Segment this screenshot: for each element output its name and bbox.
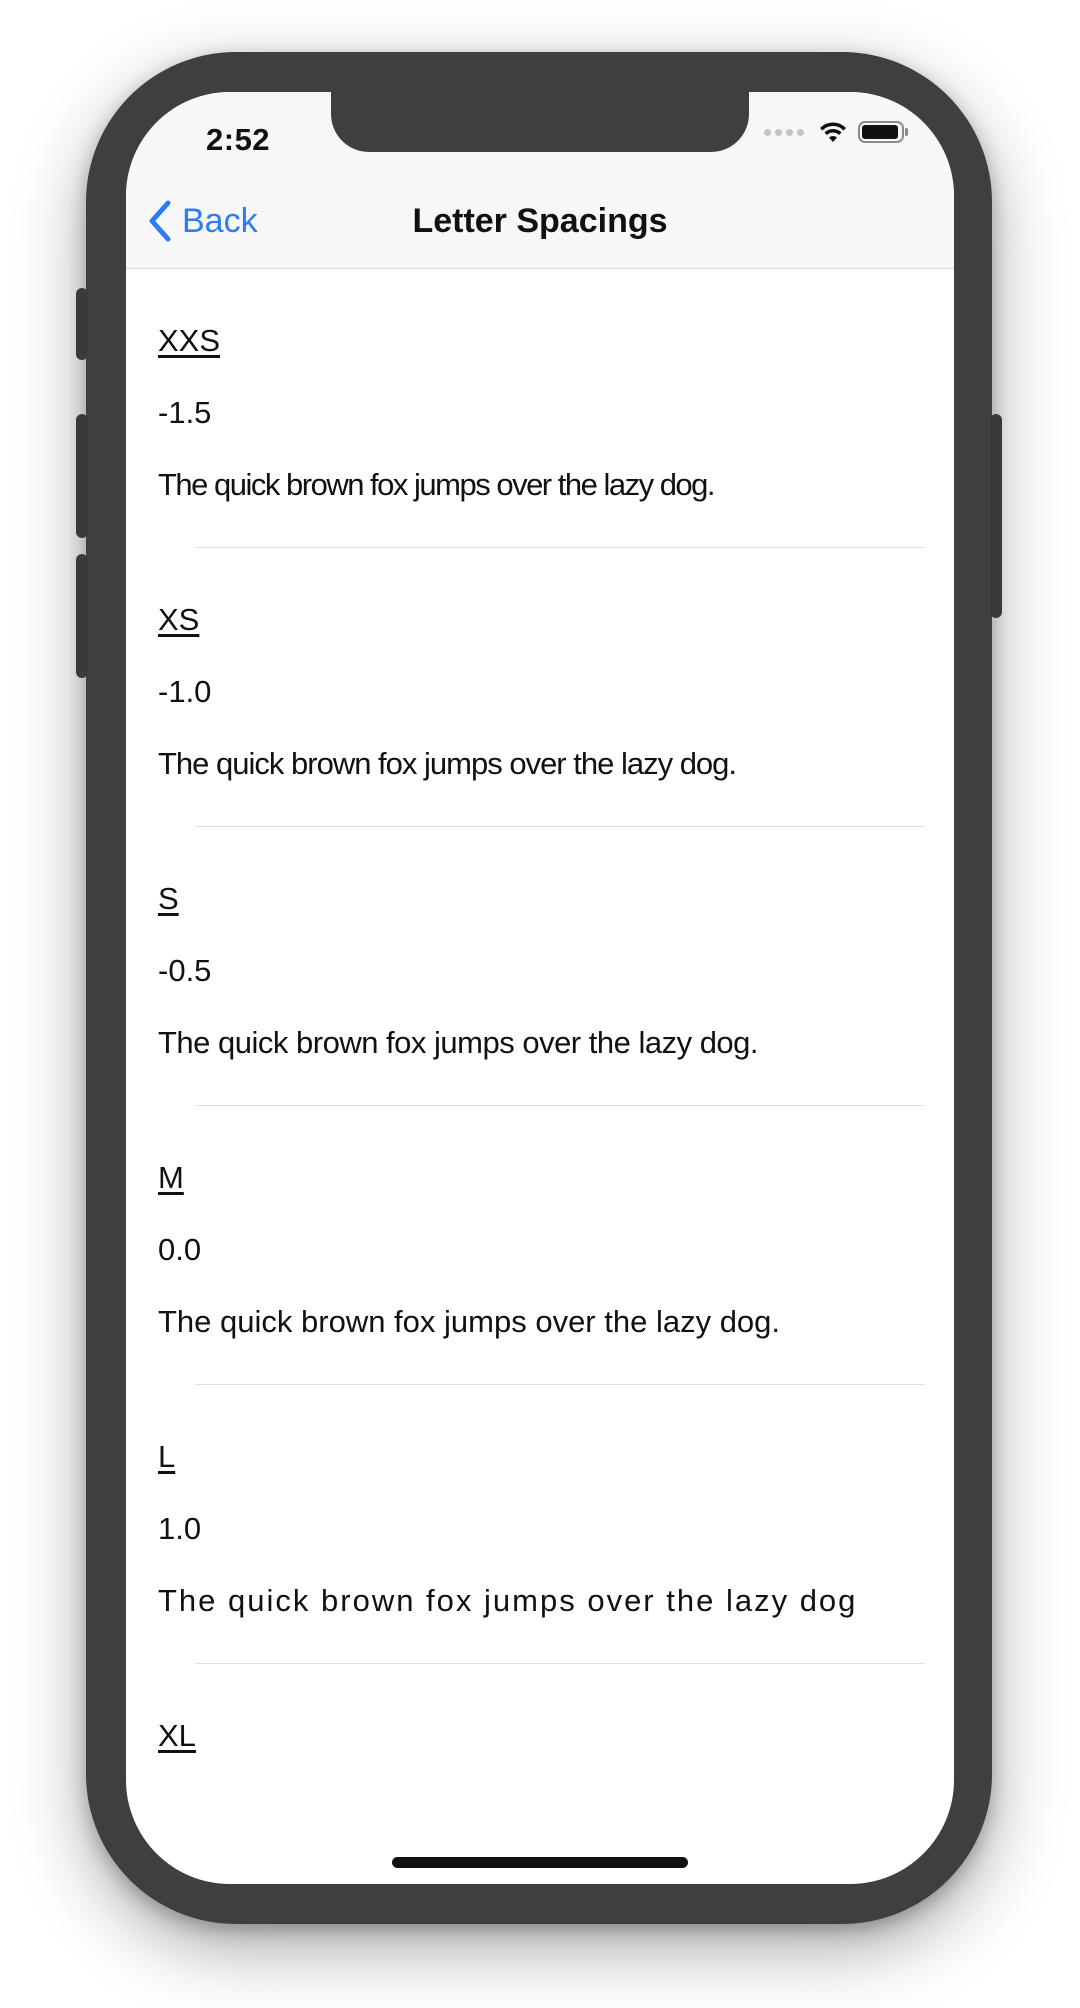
screen: 2:52 Back Letter Spacings XXS -1.5 The q…	[126, 92, 954, 1884]
spacing-sample-text: The quick brown fox jumps over the lazy …	[158, 1583, 858, 1618]
power-button	[990, 414, 1002, 618]
spacing-value: 1.0	[158, 1511, 202, 1546]
spacing-name-link[interactable]: S	[158, 881, 179, 917]
mute-switch	[76, 288, 88, 360]
list-item-m: M 0.0 The quick brown fox jumps over the…	[126, 1106, 954, 1385]
spacing-sample-text: The quick brown fox jumps over the lazy …	[158, 1304, 781, 1339]
spacing-name-link[interactable]: M	[158, 1160, 184, 1196]
status-time: 2:52	[206, 122, 271, 157]
page-title: Letter Spacings	[412, 202, 668, 240]
device-stage: 2:52 Back Letter Spacings XXS -1.5 The q…	[0, 0, 1080, 2008]
spacing-value: 0.0	[158, 1232, 202, 1267]
letter-spacing-list: XXS -1.5 The quick brown fox jumps over …	[126, 269, 954, 1884]
list-item-s: S -0.5 The quick brown fox jumps over th…	[126, 827, 954, 1106]
spacing-sample-text: The quick brown fox jumps over the lazy …	[158, 746, 737, 781]
spacing-value: -1.0	[158, 674, 212, 709]
list-item-xs: XS -1.0 The quick brown fox jumps over t…	[126, 548, 954, 827]
spacing-name-link[interactable]: XL	[158, 1718, 196, 1754]
spacing-sample-text: The quick brown fox jumps over the lazy …	[158, 467, 716, 502]
volume-down-button	[76, 554, 88, 678]
notch	[331, 92, 749, 152]
home-indicator[interactable]	[392, 1857, 688, 1868]
signal-dots-icon	[764, 128, 804, 136]
spacing-name-link[interactable]: XXS	[158, 323, 220, 359]
status-icons	[764, 120, 910, 144]
spacing-value: -0.5	[158, 953, 212, 988]
spacing-value: -1.5	[158, 395, 212, 430]
list-item-l: L 1.0 The quick brown fox jumps over the…	[126, 1385, 954, 1664]
spacing-name-link[interactable]: XS	[158, 602, 199, 638]
list-item-xl: XL	[126, 1664, 954, 1884]
wifi-icon	[820, 122, 846, 142]
spacing-sample-text: The quick brown fox jumps over the lazy …	[158, 1025, 759, 1060]
list-item-xxs: XXS -1.5 The quick brown fox jumps over …	[126, 269, 954, 548]
spacing-name-link[interactable]: L	[158, 1439, 175, 1475]
volume-up-button	[76, 414, 88, 538]
battery-icon	[858, 121, 908, 143]
